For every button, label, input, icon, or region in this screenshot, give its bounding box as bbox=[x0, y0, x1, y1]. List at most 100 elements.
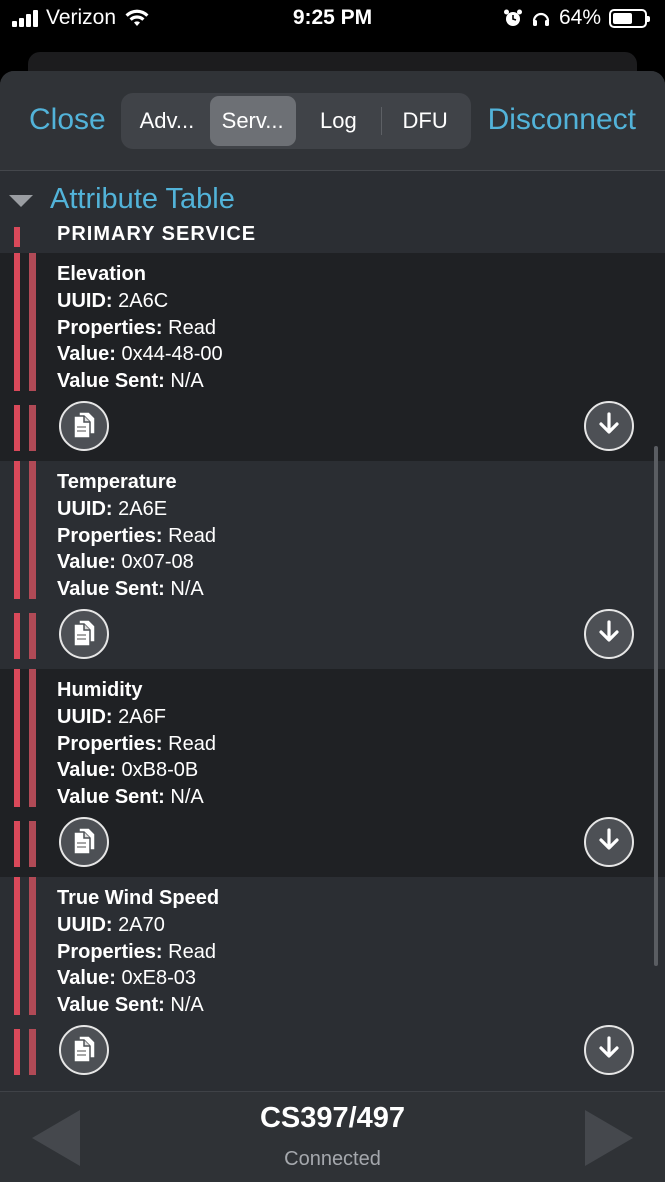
properties-line: Properties: Read bbox=[57, 315, 223, 342]
value-sent-value: N/A bbox=[170, 370, 204, 393]
characteristic-details: True Wind Speed UUID: 2A70 Properties: Rea… bbox=[57, 885, 219, 1019]
tab-log[interactable]: Log bbox=[296, 96, 382, 146]
copy-icon bbox=[69, 616, 99, 653]
characteristic-indicator-bar bbox=[29, 821, 36, 867]
value-sent-value: N/A bbox=[170, 994, 204, 1017]
uuid-value: 2A6C bbox=[118, 289, 169, 312]
battery-percent: 64% bbox=[558, 6, 601, 29]
characteristic-indicator-bar bbox=[14, 1029, 20, 1075]
next-arrow-icon[interactable] bbox=[585, 1110, 633, 1166]
close-button[interactable]: Close bbox=[29, 103, 106, 137]
copy-button[interactable] bbox=[59, 401, 109, 451]
characteristic-indicator-bar bbox=[29, 405, 36, 451]
value-line: Value: 0xB8-0B bbox=[57, 757, 216, 784]
read-button[interactable] bbox=[584, 609, 634, 659]
toolbar: Close Adv... Serv... Log DFU Disconnect bbox=[0, 71, 665, 171]
copy-button[interactable] bbox=[59, 609, 109, 659]
download-arrow-icon bbox=[595, 1034, 623, 1067]
value-sent-value: N/A bbox=[170, 786, 204, 809]
device-name: CS397/497 bbox=[259, 1102, 406, 1134]
characteristic-indicator-bar bbox=[14, 877, 20, 1015]
copy-icon bbox=[69, 824, 99, 861]
value-sent-line: Value Sent: N/A bbox=[57, 576, 216, 603]
value-sent-line: Value Sent: N/A bbox=[57, 992, 219, 1019]
value-line: Value: 0x07-08 bbox=[57, 549, 216, 576]
characteristic-row: True Wind Speed UUID: 2A70 Properties: Rea… bbox=[0, 877, 665, 1085]
value-value: 0x44-48-00 bbox=[121, 343, 223, 366]
primary-service-row: PRIMARY SERVICE bbox=[0, 221, 665, 253]
uuid-label: UUID: bbox=[57, 913, 113, 936]
copy-icon bbox=[69, 1032, 99, 1069]
service-indicator-bar bbox=[14, 227, 20, 247]
properties-value: Read bbox=[168, 940, 216, 963]
disclosure-triangle-icon[interactable] bbox=[9, 195, 33, 207]
characteristic-indicator-bar bbox=[29, 1029, 36, 1075]
device-sheet: Close Adv... Serv... Log DFU Disconnect … bbox=[0, 71, 665, 1182]
characteristic-name: Elevation bbox=[57, 263, 146, 285]
value-label: Value: bbox=[57, 551, 116, 574]
characteristic-details: Temperature UUID: 2A6E Properties: Read Val… bbox=[57, 469, 216, 603]
uuid-label: UUID: bbox=[57, 705, 113, 728]
download-arrow-icon bbox=[595, 826, 623, 859]
copy-button[interactable] bbox=[59, 1025, 109, 1075]
uuid-line: UUID: 2A6C bbox=[57, 288, 223, 315]
uuid-label: UUID: bbox=[57, 497, 113, 520]
value-label: Value: bbox=[57, 967, 116, 990]
tab-services[interactable]: Serv... bbox=[209, 96, 296, 146]
status-right: 64% bbox=[503, 6, 650, 30]
value-value: 0xB8-0B bbox=[121, 759, 199, 782]
tab-advertisement[interactable]: Adv... bbox=[124, 96, 210, 146]
value-sent-label: Value Sent: bbox=[57, 786, 165, 809]
copy-button[interactable] bbox=[59, 817, 109, 867]
status-bar: Verizon 9:25 PM 64% bbox=[0, 0, 665, 40]
tab-dfu[interactable]: DFU bbox=[382, 96, 468, 146]
download-arrow-icon bbox=[595, 618, 623, 651]
copy-icon bbox=[69, 408, 99, 445]
read-button[interactable] bbox=[584, 817, 634, 867]
characteristic-indicator-bar bbox=[29, 877, 36, 1015]
properties-value: Read bbox=[168, 524, 216, 547]
characteristic-indicator-bar bbox=[29, 613, 36, 659]
read-button[interactable] bbox=[584, 401, 634, 451]
properties-label: Properties: bbox=[57, 524, 163, 547]
uuid-line: UUID: 2A6F bbox=[57, 704, 216, 731]
properties-label: Properties: bbox=[57, 316, 163, 339]
value-sent-label: Value Sent: bbox=[57, 994, 165, 1017]
attribute-table-header[interactable]: Attribute Table bbox=[0, 171, 665, 227]
characteristic-name: Humidity bbox=[57, 679, 143, 701]
value-label: Value: bbox=[57, 343, 116, 366]
value-label: Value: bbox=[57, 759, 116, 782]
properties-line: Properties: Read bbox=[57, 731, 216, 758]
characteristic-indicator-bar bbox=[14, 669, 20, 807]
battery-icon bbox=[609, 8, 650, 28]
uuid-line: UUID: 2A6E bbox=[57, 496, 216, 523]
properties-line: Properties: Read bbox=[57, 939, 219, 966]
characteristic-details: Elevation UUID: 2A6C Properties: Read Value… bbox=[57, 261, 223, 395]
service-type-label: PRIMARY SERVICE bbox=[57, 223, 257, 245]
alarm-icon bbox=[503, 9, 522, 26]
value-sent-value: N/A bbox=[170, 578, 204, 601]
uuid-value: 2A70 bbox=[118, 913, 165, 936]
characteristic-indicator-bar bbox=[14, 613, 20, 659]
properties-value: Read bbox=[168, 316, 216, 339]
uuid-value: 2A6E bbox=[118, 497, 168, 520]
characteristic-indicator-bar bbox=[29, 669, 36, 807]
characteristic-row: Temperature UUID: 2A6E Properties: Read Val… bbox=[0, 461, 665, 669]
value-sent-label: Value Sent: bbox=[57, 370, 165, 393]
characteristic-row: Humidity UUID: 2A6F Properties: Read Value:… bbox=[0, 669, 665, 877]
characteristic-row: Elevation UUID: 2A6C Properties: Read Value… bbox=[0, 253, 665, 461]
read-button[interactable] bbox=[584, 1025, 634, 1075]
disconnect-button[interactable]: Disconnect bbox=[488, 103, 636, 137]
value-value: 0x07-08 bbox=[121, 551, 194, 574]
value-line: Value: 0x44-48-00 bbox=[57, 341, 223, 368]
characteristic-name: True Wind Speed bbox=[57, 887, 220, 909]
properties-label: Properties: bbox=[57, 732, 163, 755]
characteristic-name: Temperature bbox=[57, 471, 177, 493]
characteristic-indicator-bar bbox=[29, 461, 36, 599]
properties-label: Properties: bbox=[57, 940, 163, 963]
download-arrow-icon bbox=[595, 410, 623, 443]
value-line: Value: 0xE8-03 bbox=[57, 965, 219, 992]
scrollbar[interactable] bbox=[654, 446, 658, 966]
connection-status: Connected bbox=[284, 1148, 381, 1170]
value-value: 0xE8-03 bbox=[121, 967, 196, 990]
